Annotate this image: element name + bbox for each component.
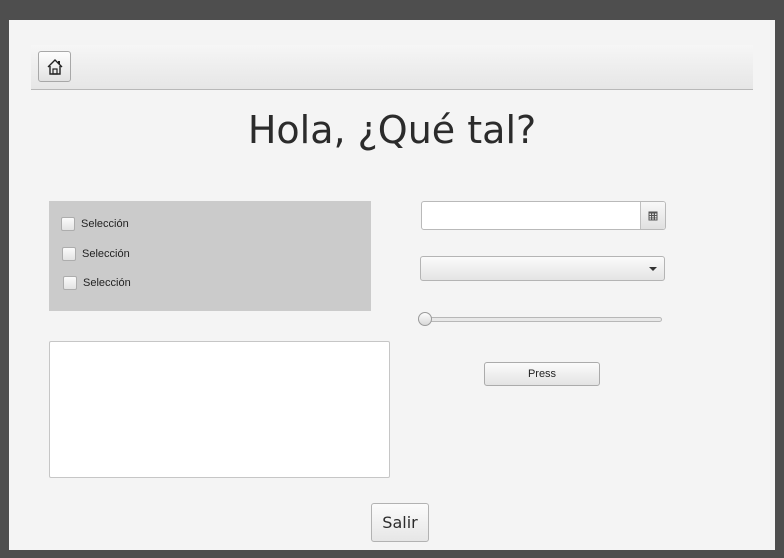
checkbox[interactable]: [63, 276, 77, 290]
press-button[interactable]: Press: [484, 362, 600, 386]
combo-box[interactable]: [420, 256, 665, 281]
page-title: Hola, ¿Qué tal?: [247, 108, 537, 152]
slider-thumb[interactable]: [418, 312, 432, 326]
slider[interactable]: [417, 310, 662, 328]
toolbar: [31, 45, 753, 90]
checkbox[interactable]: [62, 247, 76, 261]
date-input[interactable]: [422, 202, 654, 229]
checkbox-item[interactable]: Selección: [62, 247, 130, 261]
checkbox-group: Selección Selección Selección: [49, 201, 371, 311]
calendar-button[interactable]: [640, 202, 665, 229]
home-button[interactable]: [38, 51, 71, 82]
checkbox[interactable]: [61, 217, 75, 231]
calendar-icon: [648, 211, 658, 220]
home-icon: [47, 58, 62, 75]
checkbox-label: Selección: [82, 248, 130, 260]
slider-track[interactable]: [423, 317, 662, 322]
app-window: Hola, ¿Qué tal? Selección Selección Sele…: [9, 20, 775, 550]
chevron-down-icon[interactable]: [649, 267, 657, 271]
exit-button[interactable]: Salir: [371, 503, 429, 542]
text-area[interactable]: [49, 341, 390, 478]
checkbox-label: Selección: [81, 218, 129, 230]
date-picker[interactable]: [421, 201, 666, 230]
checkbox-label: Selección: [83, 277, 131, 289]
checkbox-item[interactable]: Selección: [63, 276, 131, 290]
checkbox-item[interactable]: Selección: [61, 217, 129, 231]
